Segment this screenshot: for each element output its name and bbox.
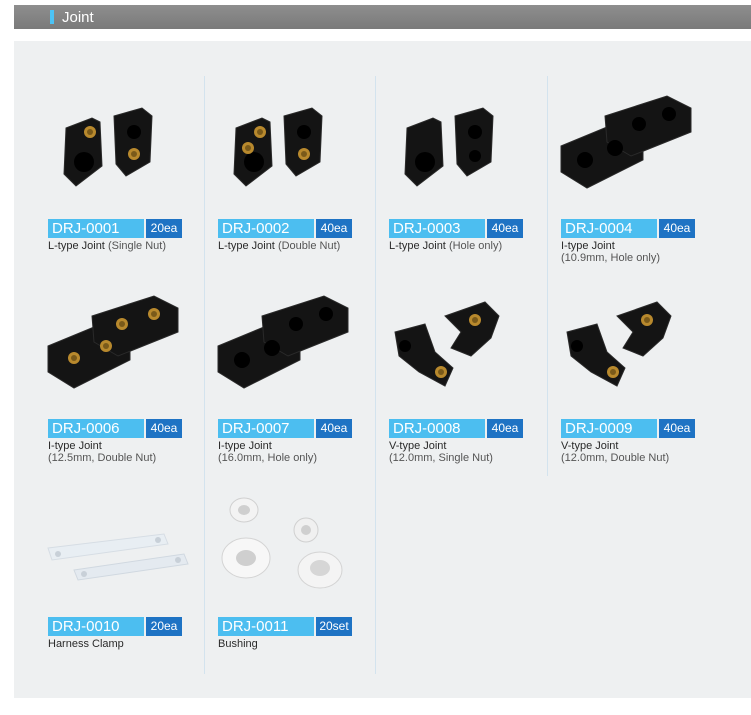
product-name: I-type Joint xyxy=(218,440,272,452)
product-quantity: 40ea xyxy=(146,419,182,438)
product-quantity: 20set xyxy=(316,617,352,636)
product-quantity: 20ea xyxy=(146,219,182,238)
product-name: Harness Clamp xyxy=(48,638,124,650)
product-code-tag: DRJ-0008 40ea xyxy=(389,419,523,438)
product-quantity: 40ea xyxy=(316,419,352,438)
product-spec: (12.5mm, Double Nut) xyxy=(48,452,157,464)
product-quantity: 20ea xyxy=(146,617,182,636)
product-quantity: 40ea xyxy=(659,419,695,438)
product-code-tag: DRJ-0002 40ea xyxy=(218,219,352,238)
product-code-tag: DRJ-0009 40ea xyxy=(561,419,695,438)
product-description: Harness Clamp xyxy=(48,638,124,650)
product-image[interactable] xyxy=(204,474,374,604)
column-divider xyxy=(375,76,376,276)
product-description: I-type Joint (12.5mm, Double Nut) xyxy=(48,440,156,464)
product-code-tag: DRJ-0003 40ea xyxy=(389,219,523,238)
product-name: V-type Joint xyxy=(561,440,619,452)
product-code: DRJ-0002 xyxy=(218,219,314,238)
product-description: L-type Joint (Single Nut) xyxy=(48,240,166,252)
product-description: I-type Joint (10.9mm, Hole only) xyxy=(561,240,660,264)
product-code-tag: DRJ-0010 20ea xyxy=(48,617,182,636)
product-code: DRJ-0009 xyxy=(561,419,657,438)
product-description: L-type Joint (Double Nut) xyxy=(218,240,340,252)
product-code: DRJ-0003 xyxy=(389,219,485,238)
product-description: I-type Joint (16.0mm, Hole only) xyxy=(218,440,317,464)
product-name: L-type Joint xyxy=(218,240,275,252)
product-name: V-type Joint xyxy=(389,440,447,452)
product-quantity: 40ea xyxy=(487,219,523,238)
product-code-tag: DRJ-0011 20set xyxy=(218,617,352,636)
product-name: Bushing xyxy=(218,638,258,650)
column-divider xyxy=(204,276,205,476)
product-code: DRJ-0008 xyxy=(389,419,485,438)
product-image[interactable] xyxy=(547,276,717,406)
product-description: V-type Joint (12.0mm, Double Nut) xyxy=(561,440,669,464)
column-divider xyxy=(547,76,548,276)
product-code-tag: DRJ-0007 40ea xyxy=(218,419,352,438)
product-spec: (16.0mm, Hole only) xyxy=(218,452,318,464)
product-spec: (12.0mm, Single Nut) xyxy=(389,452,493,464)
product-image[interactable] xyxy=(375,276,545,406)
header-accent-bar xyxy=(50,10,54,24)
product-quantity: 40ea xyxy=(316,219,352,238)
product-description: L-type Joint (Hole only) xyxy=(389,240,502,252)
product-name: I-type Joint xyxy=(561,240,615,252)
product-quantity: 40ea xyxy=(659,219,695,238)
product-note: (Single Nut) xyxy=(107,240,167,252)
column-divider xyxy=(204,474,205,674)
product-code: DRJ-0006 xyxy=(48,419,144,438)
product-note: (Double Nut) xyxy=(277,240,341,252)
section-header: Joint xyxy=(14,5,751,29)
product-code-tag: DRJ-0001 20ea xyxy=(48,219,182,238)
product-name: L-type Joint xyxy=(48,240,105,252)
product-image[interactable] xyxy=(34,76,204,206)
product-image[interactable] xyxy=(34,276,204,406)
product-note: (Hole only) xyxy=(448,240,503,252)
product-code: DRJ-0004 xyxy=(561,219,657,238)
column-divider xyxy=(375,276,376,476)
product-code: DRJ-0001 xyxy=(48,219,144,238)
product-code: DRJ-0011 xyxy=(218,617,314,636)
product-quantity: 40ea xyxy=(487,419,523,438)
column-divider xyxy=(204,76,205,276)
product-image[interactable] xyxy=(375,76,545,206)
product-code: DRJ-0010 xyxy=(48,617,144,636)
product-image[interactable] xyxy=(204,76,374,206)
section-title: Joint xyxy=(62,8,94,26)
product-code: DRJ-0007 xyxy=(218,419,314,438)
product-spec: (10.9mm, Hole only) xyxy=(561,252,661,264)
product-name: I-type Joint xyxy=(48,440,102,452)
product-image[interactable] xyxy=(34,474,204,604)
column-divider xyxy=(547,276,548,476)
product-name: L-type Joint xyxy=(389,240,446,252)
product-description: Bushing xyxy=(218,638,258,650)
product-description: V-type Joint (12.0mm, Single Nut) xyxy=(389,440,493,464)
column-divider xyxy=(375,474,376,674)
product-image[interactable] xyxy=(547,76,717,206)
product-code-tag: DRJ-0006 40ea xyxy=(48,419,182,438)
product-code-tag: DRJ-0004 40ea xyxy=(561,219,695,238)
product-spec: (12.0mm, Double Nut) xyxy=(561,452,670,464)
product-image[interactable] xyxy=(204,276,374,406)
